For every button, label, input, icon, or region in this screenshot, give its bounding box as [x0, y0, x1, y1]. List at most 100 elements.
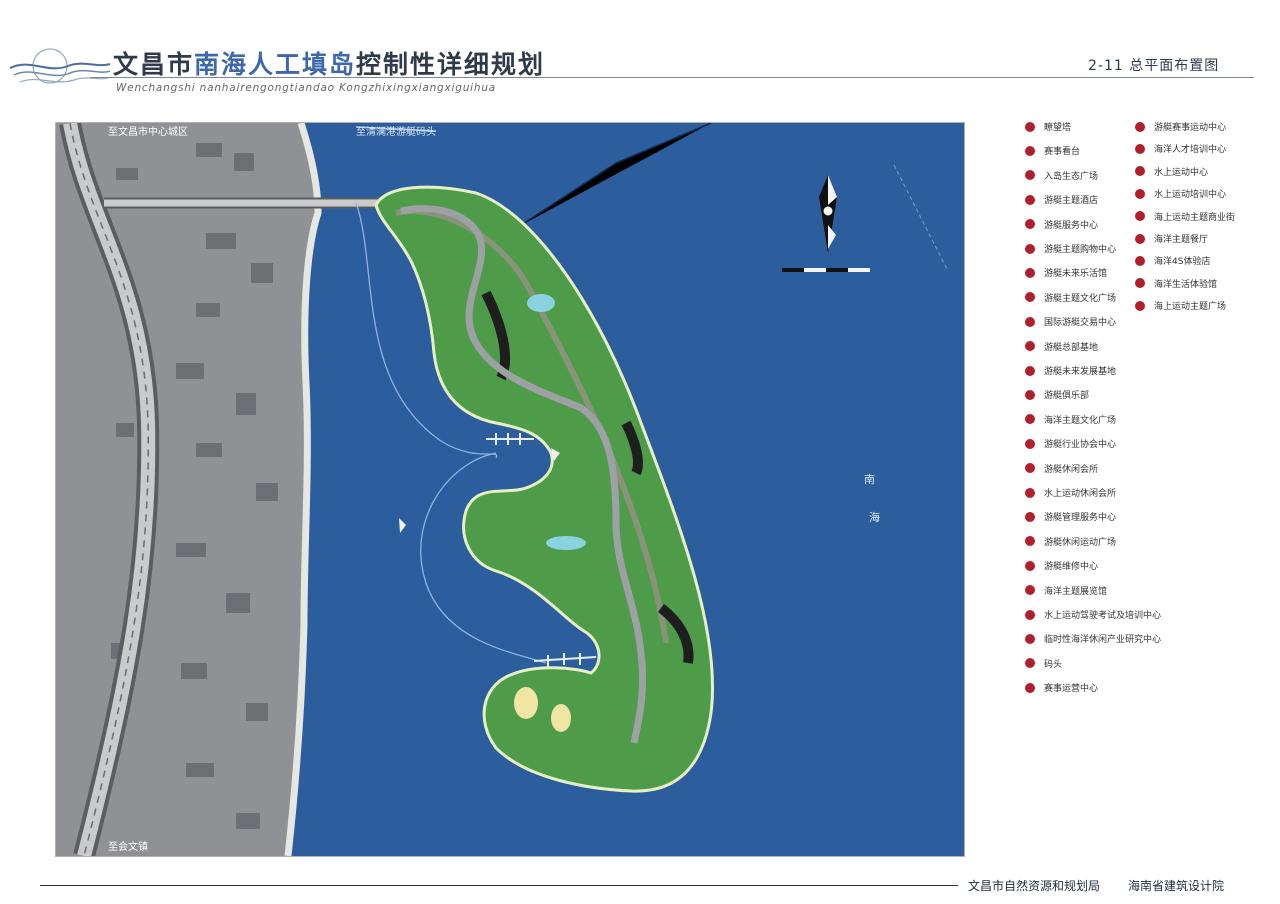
legend-item: 赛事看台	[1025, 144, 1080, 157]
legend-item: 海洋生活体验馆	[1135, 277, 1217, 290]
legend-label: 水上运动中心	[1154, 167, 1209, 178]
legend: 瞭望塔赛事看台入岛生态广场 游艇主题酒店 游艇服务中心游艇主题购物中心 游艇未来乐活馆…	[1020, 118, 1270, 694]
legend-label: 游艇赛事运动中心	[1154, 123, 1227, 133]
legend-marker-icon	[1135, 278, 1145, 289]
legend-item: 码头	[1025, 657, 1062, 670]
legend-marker-icon	[1025, 511, 1035, 522]
legend-marker-icon	[1135, 233, 1145, 244]
title-highlight: 南海人工填岛	[194, 50, 357, 79]
legend-item: 临时性海洋休闲产业研究中心	[1025, 632, 1161, 645]
footer-rule	[40, 885, 958, 886]
legend-label: 海上运动主题商业街	[1154, 212, 1236, 223]
legend-label: 水上运动培训中心	[1154, 190, 1227, 201]
legend-item: 海洋4S体验店	[1135, 254, 1210, 267]
legend-label: 入岛生态广场	[1044, 171, 1099, 182]
legend-marker-icon	[1025, 463, 1035, 474]
legend-label: 游艇行业协会中心	[1044, 440, 1117, 451]
legend-label: 游艇主题购物中心	[1044, 245, 1117, 255]
legend-label: 海洋生活体验馆	[1154, 279, 1218, 290]
legend-item: 游艇主题购物中心	[1025, 242, 1116, 255]
legend-label: 码头	[1044, 659, 1063, 670]
legend-label: 游艇主题酒店	[1044, 196, 1099, 207]
legend-item: 海上运动主题商业街	[1135, 210, 1235, 223]
header-rule	[90, 77, 1254, 78]
legend-marker-icon	[1025, 609, 1035, 620]
legend-marker-icon	[1025, 316, 1035, 327]
legend-label: 海洋主题展览馆	[1044, 586, 1108, 597]
legend-label: 海洋4S体验店	[1154, 257, 1211, 268]
title-prefix: 文昌市	[113, 50, 195, 79]
legend-marker-icon	[1025, 292, 1035, 303]
title-suffix: 控制性详细规划	[356, 50, 546, 79]
legend-item: 瞭望塔	[1025, 120, 1071, 133]
legend-label: 游艇未来乐活馆	[1044, 269, 1108, 280]
legend-marker-icon	[1025, 365, 1035, 376]
sheet-number-title: 2-11 总平面布置图	[1088, 58, 1220, 74]
label-to-city-center: 至文昌市中心城区	[108, 125, 188, 138]
site-plan-map: 至文昌市中心城区 至会文镇 至清澜港游艇码头 南 海	[55, 122, 965, 857]
legend-item: 游艇俱乐部	[1025, 388, 1089, 401]
legend-marker-icon	[1135, 121, 1145, 132]
legend-item: 游艇休闲会所	[1025, 462, 1098, 475]
legend-marker-icon	[1025, 267, 1035, 278]
legend-label: 赛事看台	[1044, 147, 1081, 158]
legend-marker-icon	[1135, 143, 1145, 154]
legend-item: 水上运动驾驶考试及培训中心	[1025, 608, 1161, 621]
title-pinyin: Wenchangshi nanhairengongtiandao Kongzhi…	[116, 82, 497, 94]
legend-item: 水上运动中心	[1135, 165, 1208, 178]
legend-label: 赛事运营中心	[1044, 684, 1099, 695]
legend-marker-icon	[1135, 188, 1145, 199]
legend-marker-icon	[1025, 560, 1035, 571]
legend-label: 游艇休闲会所	[1044, 464, 1099, 475]
legend-label: 游艇休闲运动广场	[1044, 537, 1117, 548]
legend-label: 海洋主题文化广场	[1044, 415, 1117, 426]
legend-item: 游艇服务中心	[1025, 218, 1098, 231]
legend-item: 游艇主题文化广场	[1025, 291, 1116, 304]
water-label-sea: 海	[869, 510, 880, 524]
legend-marker-icon	[1025, 658, 1035, 669]
legend-marker-icon	[1025, 585, 1035, 596]
legend-item: 游艇未来乐活馆	[1025, 266, 1107, 279]
footer-org-nature-resources: 文昌市自然资源和规划局	[968, 879, 1101, 893]
legend-item: 游艇休闲运动广场	[1025, 535, 1116, 548]
legend-marker-icon	[1025, 633, 1035, 644]
legend-item: 游艇赛事运动中心	[1135, 120, 1226, 133]
label-to-pier: 至清澜港游艇码头	[356, 125, 436, 138]
logo-waves	[8, 44, 112, 94]
legend-label: 游艇管理服务中心	[1044, 513, 1117, 524]
legend-label: 游艇维修中心	[1044, 562, 1099, 573]
legend-item: 海洋主题餐厅	[1135, 232, 1208, 245]
legend-item: 赛事运营中心	[1025, 681, 1098, 694]
legend-label: 海洋人才培训中心	[1154, 145, 1227, 156]
page-title: 文昌市南海人工填岛控制性详细规划	[113, 45, 545, 81]
legend-label: 游艇服务中心	[1044, 220, 1099, 231]
legend-item: 水上运动休闲会所	[1025, 486, 1116, 499]
label-to-huiwen: 至会文镇	[108, 840, 148, 853]
scale-bar	[782, 268, 870, 272]
legend-item: 游艇总部基地	[1025, 340, 1098, 353]
legend-label: 游艇俱乐部	[1044, 391, 1090, 402]
legend-marker-icon	[1135, 211, 1145, 222]
legend-item: 海洋主题文化广场	[1025, 413, 1116, 426]
legend-label: 临时性海洋休闲产业研究中心	[1044, 635, 1162, 646]
legend-item: 游艇主题酒店	[1025, 193, 1098, 206]
legend-item: 游艇管理服务中心	[1025, 510, 1116, 523]
legend-marker-icon	[1025, 487, 1035, 498]
legend-item: 游艇行业协会中心	[1025, 437, 1116, 450]
water-label-south: 南	[864, 473, 875, 486]
legend-marker-icon	[1025, 682, 1035, 693]
legend-marker-icon	[1025, 121, 1035, 132]
legend-item: 游艇未来发展基地	[1025, 364, 1116, 377]
legend-label: 水上运动驾驶考试及培训中心	[1044, 611, 1162, 621]
legend-item: 海洋人才培训中心	[1135, 142, 1226, 155]
legend-marker-icon	[1025, 438, 1035, 449]
legend-marker-icon	[1025, 389, 1035, 400]
legend-marker-icon	[1025, 145, 1035, 156]
legend-item: 海上运动主题广场	[1135, 299, 1226, 312]
legend-marker-icon	[1025, 170, 1035, 181]
legend-label: 海上运动主题广场	[1154, 302, 1227, 313]
legend-marker-icon	[1135, 300, 1145, 311]
legend-item: 国际游艇交易中心	[1025, 315, 1116, 328]
legend-label: 瞭望塔	[1044, 123, 1072, 133]
legend-marker-icon	[1025, 414, 1035, 425]
